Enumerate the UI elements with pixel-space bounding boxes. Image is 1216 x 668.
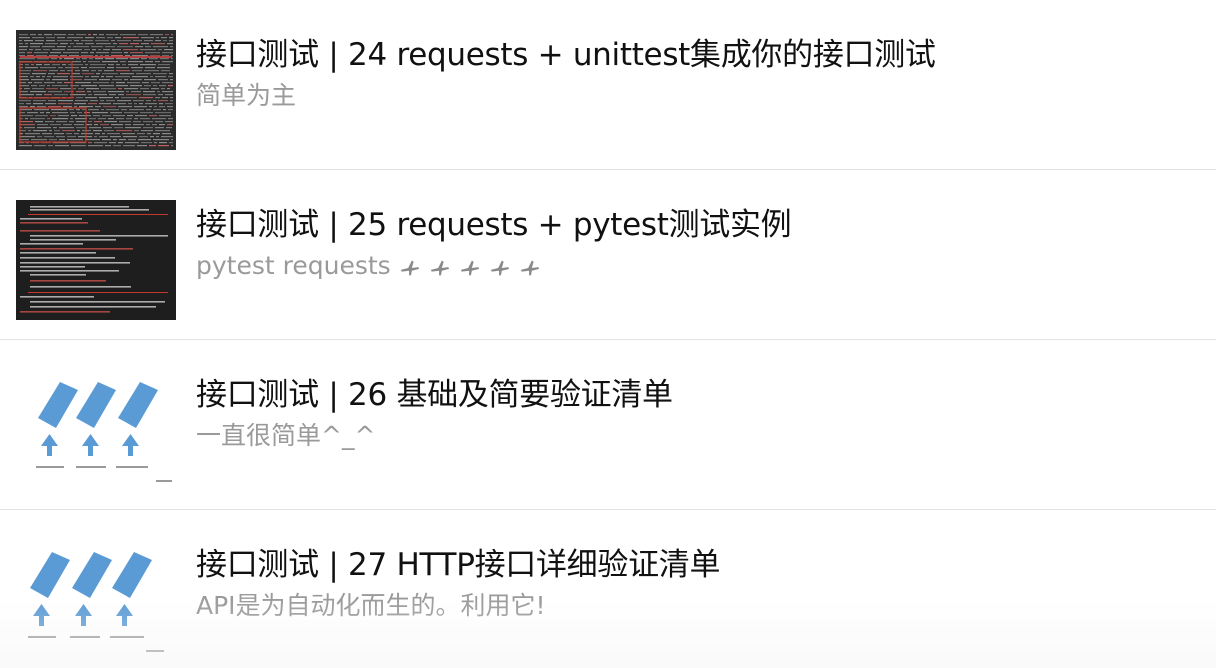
article-subtitle: 简单为主 [196, 81, 297, 110]
article-title[interactable]: 接口测试 | 25 requests + pytest测试实例 [196, 206, 792, 244]
list-item-article-26[interactable]: 接口测试 | 26 基础及简要验证清单 一直很简单^_^ [0, 340, 1216, 510]
article-subtitle: pytest requests [196, 250, 541, 283]
article-thumbnail-diagram[interactable] [16, 370, 176, 490]
article-subtitle-text: pytest requests [196, 251, 391, 280]
article-thumbnail-diagram[interactable] [16, 540, 176, 660]
airplane-icon [399, 257, 421, 279]
article-subtitle: 一直很简单^_^ [196, 421, 376, 450]
airplane-icon [489, 257, 511, 279]
terminal-screenshot-dark-icon [16, 200, 176, 320]
list-item-article-24[interactable]: 接口测试 | 24 requests + unittest集成你的接口测试 简单… [0, 0, 1216, 170]
article-title[interactable]: 接口测试 | 27 HTTP接口详细验证清单 [196, 546, 720, 584]
article-list-page: 接口测试 | 24 requests + unittest集成你的接口测试 简单… [0, 0, 1216, 668]
list-item-article-25[interactable]: 接口测试 | 25 requests + pytest测试实例 pytest r… [0, 170, 1216, 340]
airplane-emoji-row [399, 251, 541, 283]
airplane-icon [459, 257, 481, 279]
article-subtitle: API是为自动化而生的。利用它! [196, 591, 546, 620]
article-thumbnail-terminal-dark[interactable] [16, 200, 176, 320]
terminal-screenshot-red-highlight-icon [16, 30, 176, 150]
article-title[interactable]: 接口测试 | 24 requests + unittest集成你的接口测试 [196, 36, 936, 74]
airplane-icon [519, 257, 541, 279]
article-thumbnail-terminal-red[interactable] [16, 30, 176, 150]
blue-diamond-diagram-icon [16, 540, 176, 660]
article-list: 接口测试 | 24 requests + unittest集成你的接口测试 简单… [0, 0, 1216, 668]
airplane-icon [429, 257, 451, 279]
list-item-article-27[interactable]: 接口测试 | 27 HTTP接口详细验证清单 API是为自动化而生的。利用它! [0, 510, 1216, 668]
blue-diamond-diagram-icon [16, 370, 176, 490]
article-title[interactable]: 接口测试 | 26 基础及简要验证清单 [196, 376, 673, 414]
